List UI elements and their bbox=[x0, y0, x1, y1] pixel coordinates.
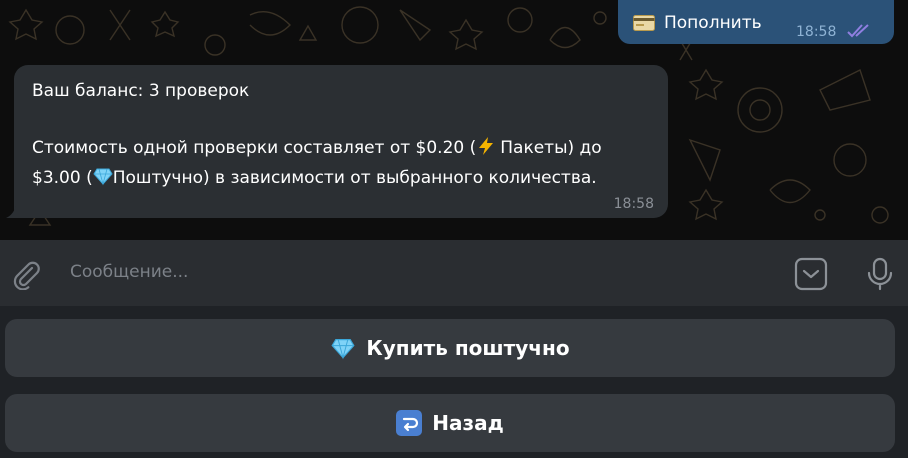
pricing-line-2-end: Поштучно) в зависимости от выбранного ко… bbox=[112, 168, 597, 188]
credit-card-icon bbox=[633, 15, 655, 31]
pricing-line-2: $3.00 ( Поштучно) в зависимости от выбран… bbox=[32, 166, 597, 188]
attach-paperclip-icon[interactable] bbox=[12, 260, 42, 290]
incoming-message: Ваш баланс: 3 проверок Стоимость одной п… bbox=[6, 65, 668, 218]
double-check-icon bbox=[847, 24, 869, 38]
buy-single-button[interactable]: Купить поштучно bbox=[5, 319, 895, 377]
back-button-label: Назад bbox=[432, 411, 504, 435]
chat-area: Пополнить 18:58 Ваш баланс: 3 проверок С… bbox=[0, 0, 908, 240]
outgoing-message-time: 18:58 bbox=[796, 24, 837, 40]
back-button[interactable]: Назад bbox=[5, 394, 895, 452]
bot-keyboard-toggle-icon[interactable] bbox=[794, 257, 828, 291]
diamond-icon bbox=[93, 168, 113, 186]
outgoing-message: Пополнить 18:58 bbox=[618, 0, 894, 44]
reply-keyboard: Купить поштучно Назад bbox=[0, 306, 908, 458]
buy-single-button-label: Купить поштучно bbox=[366, 336, 570, 360]
pricing-line-1: Стоимость одной проверки составляет от $… bbox=[32, 136, 602, 158]
diamond-icon bbox=[331, 339, 355, 360]
bubble-tail bbox=[6, 206, 16, 218]
pricing-line-1-start: Стоимость одной проверки составляет от $… bbox=[32, 138, 477, 158]
microphone-icon[interactable] bbox=[866, 257, 894, 291]
pricing-line-1-end: Пакеты) до bbox=[500, 138, 602, 158]
return-arrow-icon bbox=[396, 410, 423, 436]
pricing-line-2-start: $3.00 ( bbox=[32, 168, 93, 188]
lightning-icon bbox=[479, 137, 494, 155]
message-input-bar: Сообщение... bbox=[0, 240, 908, 306]
balance-text: Ваш баланс: 3 проверок bbox=[32, 81, 250, 101]
outgoing-message-text: Пополнить bbox=[664, 13, 762, 33]
incoming-message-time: 18:58 bbox=[613, 196, 654, 212]
message-input[interactable]: Сообщение... bbox=[70, 262, 188, 282]
